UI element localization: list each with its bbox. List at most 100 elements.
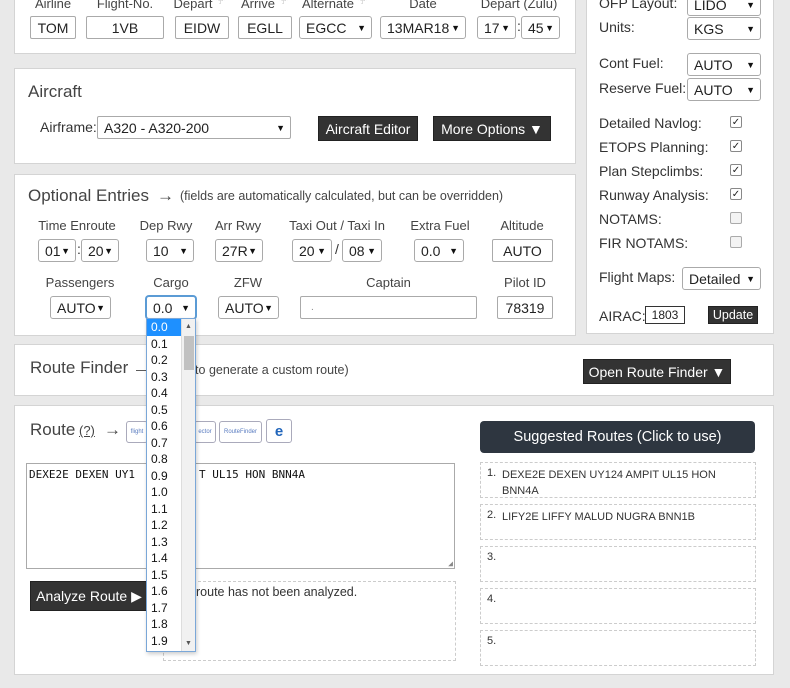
passengers-select[interactable]: AUTO ▼ <box>50 296 111 319</box>
altitude-label: Altitude <box>500 218 544 233</box>
airframe-select[interactable]: A320 - A320-200 ▼ <box>97 116 291 139</box>
units-label: Units: <box>599 19 635 35</box>
runway-analysis-checkbox[interactable]: ✓ <box>730 188 742 200</box>
route-title: Route <box>30 420 76 439</box>
ofp-layout-select[interactable]: LIDO ▼ <box>687 0 761 16</box>
update-button[interactable]: Update <box>708 306 758 324</box>
suggested-route-4[interactable]: 4. <box>480 588 756 624</box>
airframe-label: Airframe: <box>40 119 97 135</box>
more-options-button[interactable]: More Options ▼ <box>433 116 551 141</box>
optional-note: (fields are automatically calculated, bu… <box>180 189 504 203</box>
airac-value: 1803 <box>645 306 685 324</box>
weather-icon-arrive[interactable]: ☂ <box>279 0 288 7</box>
etops-planning-label: ETOPS Planning: <box>599 139 709 155</box>
captain-label: Captain <box>366 275 411 290</box>
suggested-routes-title: Suggested Routes (Click to use) <box>513 429 722 445</box>
flightaware-icon[interactable]: flight <box>126 421 148 443</box>
notams-label: NOTAMS: <box>599 211 662 227</box>
detailed-navlog-label: Detailed Navlog: <box>599 115 702 131</box>
e-route-icon[interactable]: e <box>266 419 292 443</box>
airac-label: AIRAC: <box>599 308 646 324</box>
vector-icon[interactable]: ector <box>194 421 216 443</box>
taxi-separator: / <box>335 241 339 257</box>
suggested-route-2[interactable]: 2. LIFY2E LIFFY MALUD NUGRA BNN1B <box>480 504 756 540</box>
route-help-link[interactable]: (?) <box>79 423 95 438</box>
cont-fuel-select[interactable]: AUTO ▼ <box>687 53 761 76</box>
aircraft-title: Aircraft <box>28 82 82 101</box>
weather-icon-depart[interactable]: ☂ <box>216 0 225 7</box>
suggested-route-text: LIFY2E LIFFY MALUD NUGRA BNN1B <box>502 511 695 523</box>
arr-rwy-label: Arr Rwy <box>214 218 262 233</box>
etops-planning-checkbox[interactable]: ✓ <box>730 140 742 152</box>
passengers-label: Passengers <box>45 275 115 290</box>
analyze-route-button[interactable]: Analyze Route ▶ <box>30 581 148 611</box>
weather-icon-alternate[interactable]: ☂ <box>358 0 367 7</box>
depart-zulu-label: Depart (Zulu) <box>480 0 558 11</box>
optional-arrow: → <box>157 186 174 205</box>
depart-hour-select[interactable]: 17 ▼ <box>477 16 516 39</box>
zfw-select[interactable]: AUTO ▼ <box>218 296 279 319</box>
suggested-route-5[interactable]: 5. <box>480 630 756 666</box>
routefinder-icon[interactable]: RouteFinder <box>219 421 262 443</box>
plan-stepclimbs-checkbox[interactable]: ✓ <box>730 164 742 176</box>
runway-analysis-label: Runway Analysis: <box>599 187 709 203</box>
pilot-id-input[interactable]: 78319 <box>497 296 553 319</box>
captain-input[interactable]: . <box>300 296 477 319</box>
plan-stepclimbs-label: Plan Stepclimbs: <box>599 163 704 179</box>
extra-fuel-label: Extra Fuel <box>410 218 470 233</box>
dropdown-scrollbar[interactable]: ▲ ▼ <box>181 319 195 651</box>
flight-maps-select[interactable]: Detailed ▼ <box>682 267 761 290</box>
arrive-label: Arrive <box>241 0 275 11</box>
suggested-route-num: 1. <box>487 467 497 479</box>
suggested-route-text: DEXE2E DEXEN UY124 AMPIT UL15 HON BNN4A <box>502 469 716 497</box>
suggested-route-num: 5. <box>487 635 497 647</box>
date-select[interactable]: 13MAR18 ▼ <box>380 16 466 39</box>
altitude-input[interactable]: AUTO <box>492 239 553 262</box>
suggested-route-num: 4. <box>487 593 497 605</box>
resize-handle-icon[interactable]: ◢ <box>448 559 453 568</box>
units-select[interactable]: KGS ▼ <box>687 17 761 40</box>
alternate-label: Alternate <box>301 0 355 11</box>
route-textarea[interactable]: DEXE2E DEXEN UY1 T UL15 HON BNN4A ◢ <box>26 463 455 569</box>
suggested-routes-header: Suggested Routes (Click to use) <box>480 421 755 453</box>
airline-input[interactable]: TOM <box>30 16 76 39</box>
extra-fuel-select[interactable]: 0.0 ▼ <box>414 239 464 262</box>
scroll-thumb[interactable] <box>184 336 194 370</box>
suggested-route-3[interactable]: 3. <box>480 546 756 582</box>
fir-notams-label: FIR NOTAMS: <box>599 235 689 251</box>
suggested-route-num: 3. <box>487 551 497 563</box>
pilot-id-label: Pilot ID <box>504 275 546 290</box>
reserve-fuel-select[interactable]: AUTO ▼ <box>687 78 761 101</box>
flightno-input[interactable]: 1VB <box>86 16 164 39</box>
fir-notams-checkbox[interactable] <box>730 236 742 248</box>
depart-label: Depart <box>173 0 213 11</box>
aircraft-editor-button[interactable]: Aircraft Editor <box>318 116 418 141</box>
scroll-down-icon[interactable]: ▼ <box>185 640 192 647</box>
time-enroute-minutes-select[interactable]: 20 ▼ <box>81 239 119 262</box>
taxi-in-select[interactable]: 08 ▼ <box>342 239 382 262</box>
analysis-status-box: route has not been analyzed. <box>163 581 456 661</box>
arr-rwy-select[interactable]: 27R ▼ <box>215 239 263 262</box>
cargo-select[interactable]: 0.0 ▼ <box>146 296 196 319</box>
optional-entries-title: Optional Entries <box>28 186 149 205</box>
scroll-up-icon[interactable]: ▲ <box>185 323 192 330</box>
depart-input[interactable]: EIDW <box>175 16 229 39</box>
suggested-route-1[interactable]: 1. DEXE2E DEXEN UY124 AMPIT UL15 HON BNN4… <box>480 462 756 498</box>
flightno-label: Flight-No. <box>96 0 154 11</box>
time-enroute-label: Time Enroute <box>38 218 116 233</box>
taxi-label: Taxi Out / Taxi In <box>289 218 385 233</box>
detailed-navlog-checkbox[interactable]: ✓ <box>730 116 742 128</box>
cargo-label: Cargo <box>153 275 189 290</box>
time-enroute-hours-select[interactable]: 01 ▼ <box>38 239 76 262</box>
analysis-status-text: route has not been analyzed. <box>196 585 358 599</box>
open-route-finder-button[interactable]: Open Route Finder ▼ <box>583 359 731 384</box>
dep-rwy-select[interactable]: 10 ▼ <box>146 239 194 262</box>
cargo-dropdown-list[interactable]: 0.0 0.1 0.2 0.3 0.4 0.5 0.6 0.7 0.8 0.9 1.0 1.1 1.2 1… <box>146 318 196 652</box>
arrive-input[interactable]: EGLL <box>238 16 292 39</box>
zfw-label: ZFW <box>233 275 263 290</box>
route-text-visible-left: DEXE2E DEXEN UY1 <box>29 468 135 481</box>
alternate-select[interactable]: EGCC ▼ <box>299 16 372 39</box>
notams-checkbox[interactable] <box>730 212 742 224</box>
depart-minute-select[interactable]: 45 ▼ <box>521 16 560 39</box>
taxi-out-select[interactable]: 20 ▼ <box>292 239 332 262</box>
